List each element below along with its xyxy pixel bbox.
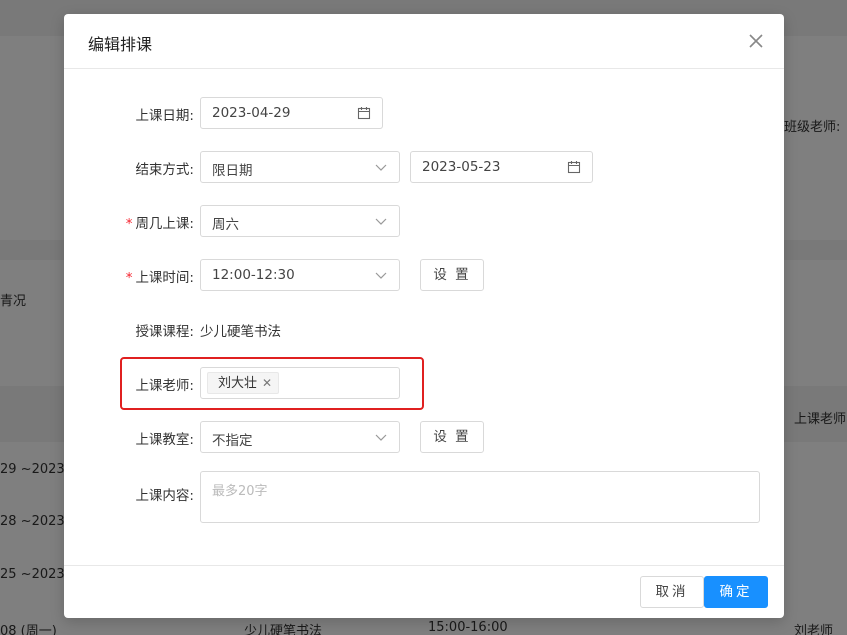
required-mark: * [125, 270, 133, 286]
row-course: 授课课程: 少儿硬笔书法 [64, 313, 784, 345]
classroom-settings-button[interactable]: 设 置 [420, 421, 484, 453]
class-time-settings-button[interactable]: 设 置 [420, 259, 484, 291]
class-date-label: 上课日期: [135, 108, 194, 124]
teacher-tag: 刘大壮 ✕ [207, 372, 280, 394]
row-classroom: 上课教室: 不指定 设 置 [64, 421, 784, 453]
end-date-value: 2023-05-23 [422, 159, 501, 175]
classroom-select[interactable]: 不指定 [200, 421, 400, 453]
weekday-label: * 周几上课: [126, 212, 194, 232]
calendar-icon [567, 160, 581, 174]
calendar-icon [357, 106, 371, 120]
row-class-time: * 上课时间: 12:00-12:30 设 置 [64, 259, 784, 291]
class-date-value: 2023-04-29 [212, 105, 291, 121]
content-label: 上课内容: [135, 488, 194, 504]
teacher-select[interactable]: 刘大壮 ✕ [200, 367, 400, 399]
chevron-down-icon [374, 214, 388, 228]
teacher-label: 上课老师: [135, 378, 194, 394]
modal-footer: 取消 确定 [64, 565, 784, 618]
cancel-button[interactable]: 取消 [640, 576, 704, 608]
classroom-label: 上课教室: [135, 432, 194, 448]
weekday-select[interactable]: 周六 [200, 205, 400, 237]
course-value: 少儿硬笔书法 [200, 324, 281, 340]
classroom-value: 不指定 [212, 433, 253, 449]
row-end-mode: 结束方式: 限日期 2023-05-23 [64, 151, 784, 183]
class-time-select[interactable]: 12:00-12:30 [200, 259, 400, 291]
class-time-value: 12:00-12:30 [212, 267, 295, 283]
course-label: 授课课程: [135, 324, 194, 340]
end-date-picker[interactable]: 2023-05-23 [410, 151, 593, 183]
weekday-label-text: 周几上课: [135, 216, 194, 232]
end-mode-label: 结束方式: [135, 162, 194, 178]
class-time-label-text: 上课时间: [135, 270, 194, 286]
teacher-tag-label: 刘大壮 [218, 376, 258, 391]
row-content: 上课内容: [64, 471, 784, 523]
chevron-down-icon [374, 160, 388, 174]
end-mode-select[interactable]: 限日期 [200, 151, 400, 183]
chevron-down-icon [374, 268, 388, 282]
chevron-down-icon [374, 430, 388, 444]
row-weekday: * 周几上课: 周六 [64, 205, 784, 237]
ok-button[interactable]: 确定 [704, 576, 768, 608]
class-date-picker[interactable]: 2023-04-29 [200, 97, 383, 129]
content-textarea[interactable] [200, 471, 760, 523]
row-class-date: 上课日期: 2023-04-29 [64, 97, 784, 129]
end-mode-value: 限日期 [212, 163, 253, 179]
weekday-value: 周六 [212, 217, 239, 233]
tag-close-icon[interactable]: ✕ [262, 376, 272, 390]
modal-title: 编辑排课 [88, 35, 153, 54]
close-icon[interactable] [746, 31, 766, 51]
modal-header: 编辑排课 [64, 14, 784, 69]
class-time-label: * 上课时间: [126, 266, 194, 286]
edit-schedule-modal: 编辑排课 上课日期: 2023-04-29 结束方式: 限日期 2023-05-… [64, 14, 784, 618]
row-teacher: 上课老师: 刘大壮 ✕ [64, 367, 784, 399]
required-mark: * [125, 216, 133, 232]
